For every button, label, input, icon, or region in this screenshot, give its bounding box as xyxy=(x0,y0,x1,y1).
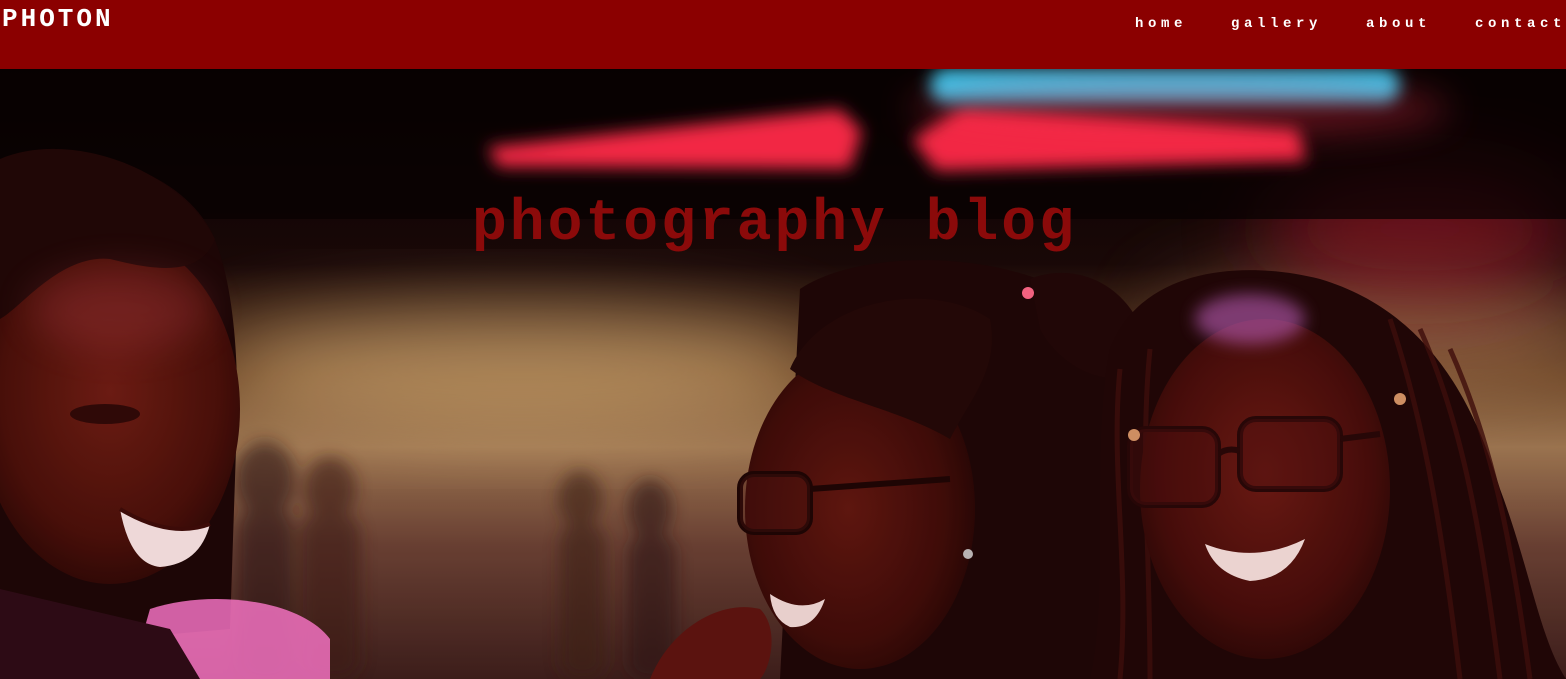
nav-link-home[interactable]: home xyxy=(1135,14,1187,34)
nav-link-gallery[interactable]: gallery xyxy=(1231,14,1322,34)
hero-banner: photography blog xyxy=(0,69,1566,679)
main-nav: home gallery about contact xyxy=(1091,14,1566,34)
hero-title: photography blog xyxy=(472,192,1077,257)
hero-photo xyxy=(0,69,1566,679)
nav-link-contact[interactable]: contact xyxy=(1475,14,1566,34)
site-logo[interactable]: PHOTON xyxy=(2,4,114,34)
nav-link-about[interactable]: about xyxy=(1366,14,1431,34)
top-navbar: PHOTON home gallery about contact xyxy=(0,0,1566,69)
